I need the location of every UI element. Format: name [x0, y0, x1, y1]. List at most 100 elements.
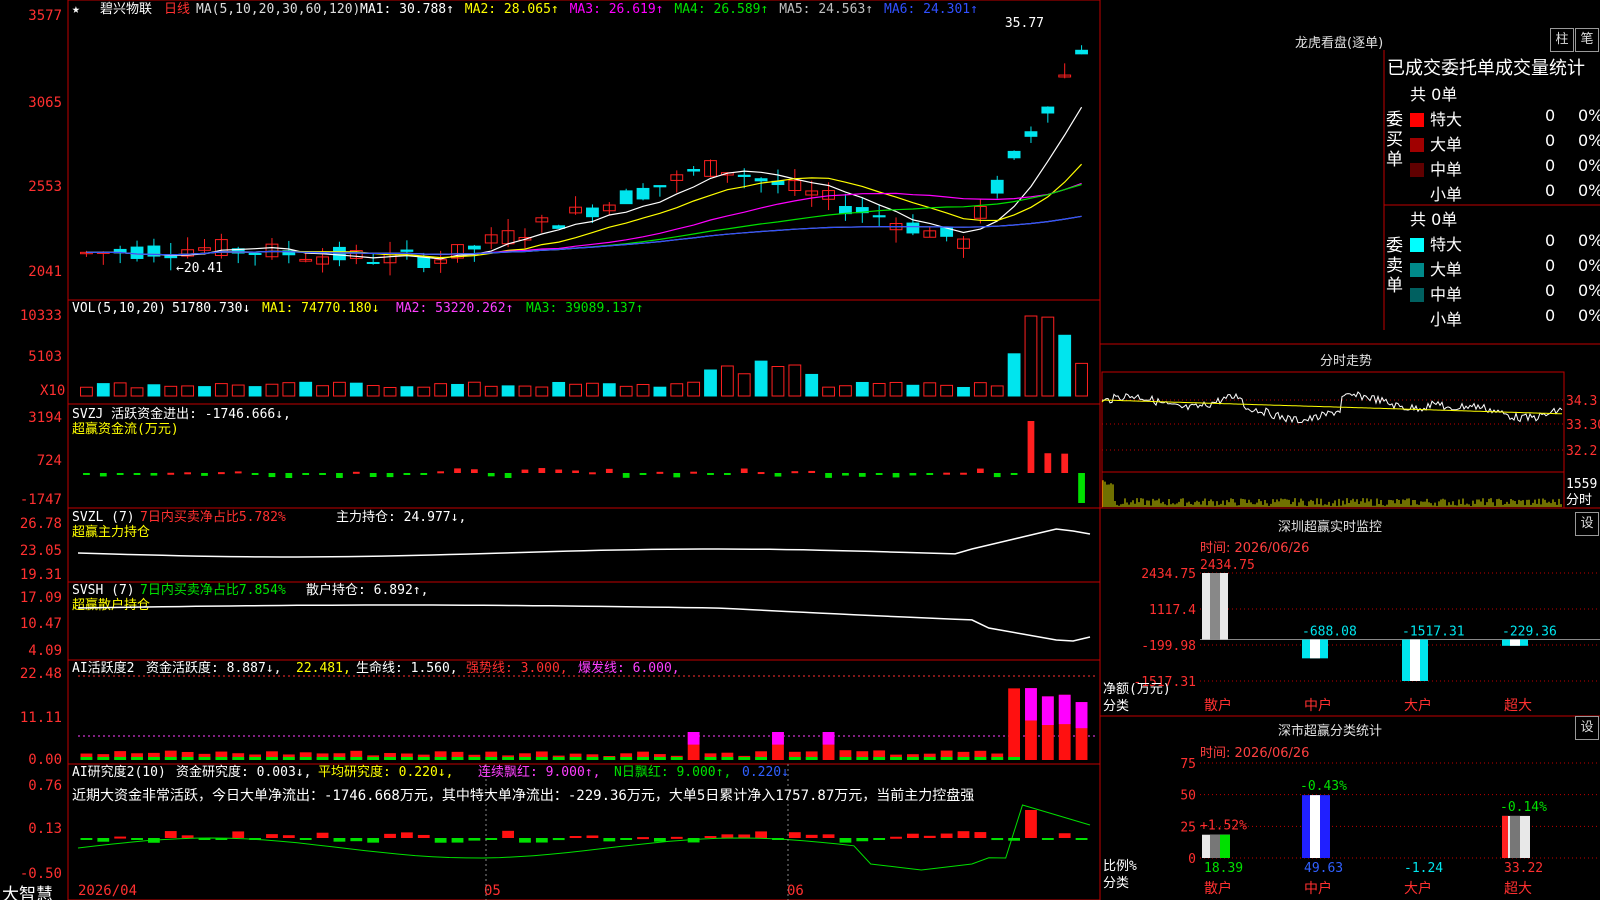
- volume-bar: [1058, 334, 1072, 397]
- monitor-bar-2[interactable]: [1402, 639, 1428, 681]
- ai1-bar-base: [502, 757, 515, 760]
- svzj-bar: [875, 473, 883, 475]
- volume-bar: [923, 382, 937, 397]
- order-row-pct: 0%: [1578, 256, 1600, 275]
- ai1-bar-top: [1058, 694, 1071, 725]
- candle-body: [754, 178, 768, 182]
- svzj-bar: [403, 473, 411, 475]
- ai1-bar-base: [923, 757, 936, 760]
- volume-bar: [383, 386, 397, 397]
- ai1-bar-base: [282, 757, 295, 760]
- monitor-bar-highlight: [1510, 639, 1520, 646]
- ma-value-5: MA5: 24.563↑: [779, 2, 873, 17]
- ai1-bar-base: [873, 757, 886, 760]
- svzj-bar: [757, 472, 765, 475]
- candle-body: [467, 245, 481, 250]
- ai1-bar-top: [1041, 696, 1054, 726]
- color-swatch: [1410, 163, 1424, 177]
- app-window: ★ 碧兴物联 日线 MA(5,10,20,30,60,120) MA1: 30.788↑…: [0, 0, 1600, 900]
- ai2-bar: [1075, 838, 1088, 840]
- svzj-axis-tick: -1747: [20, 492, 62, 508]
- ai2-bar: [400, 832, 413, 838]
- ai1-bar-base: [181, 757, 194, 760]
- ai2-bar: [232, 831, 245, 838]
- svsh-pct: 7日内买卖净占比7.854%: [140, 582, 286, 598]
- volume-bar: [771, 366, 785, 397]
- svzj-bar: [909, 473, 917, 476]
- svsh-axis-tick: 4.09: [28, 643, 62, 659]
- ai1-bar-base: [957, 757, 970, 760]
- svzj-axis-tick: 724: [37, 453, 62, 469]
- volume-bar: [754, 360, 768, 397]
- ai1-bar-base: [215, 757, 228, 760]
- chart-canvas[interactable]: ★ 碧兴物联 日线 MA(5,10,20,30,60,120) MA1: 30.788↑…: [0, 0, 1600, 900]
- ai2-bar: [923, 835, 936, 838]
- svzj-bars: [83, 421, 1085, 503]
- svzl-axis-tick: 23.05: [20, 543, 62, 559]
- monitor-bar-1[interactable]: [1302, 639, 1328, 659]
- ai2-bar: [485, 838, 498, 840]
- ai1-bar-base: [249, 757, 262, 760]
- lhb-tab-tick[interactable]: 笔: [1575, 28, 1599, 52]
- panel-frame: [67, 763, 1101, 900]
- svzj-bar: [1010, 473, 1018, 475]
- svzj-bar: [99, 473, 107, 477]
- class-bottom-label: 33.22: [1504, 861, 1543, 876]
- monitor-axis-tick: 2434.75: [1141, 567, 1196, 582]
- ai2-bar: [974, 832, 987, 838]
- volume-bar: [282, 382, 296, 397]
- monitor-bar-3[interactable]: [1502, 639, 1528, 646]
- low-marker: ←20.41: [176, 261, 223, 276]
- candle-body: [248, 252, 262, 255]
- lhb-tab-bar[interactable]: 柱: [1550, 28, 1574, 52]
- ai1-bar-base: [266, 757, 278, 760]
- ma-line-1: [86, 106, 1083, 260]
- candle-body: [130, 246, 144, 259]
- svzl-hold: 主力持仓: 24.977↓,: [336, 510, 466, 525]
- svsh-line: [77, 604, 1091, 642]
- volume-bar: [552, 381, 566, 397]
- ai1-bar-base: [164, 757, 177, 760]
- monitor-category: 中户: [1304, 697, 1332, 714]
- intraday-title: 分时走势: [1320, 354, 1373, 369]
- volume-bar: [147, 384, 161, 397]
- volume-bar: [1041, 316, 1055, 397]
- ai2-bar: [552, 838, 565, 841]
- monitor-bar-0[interactable]: [1202, 573, 1228, 640]
- class-bar-3[interactable]: [1502, 815, 1530, 858]
- ma-params: MA(5,10,20,30,60,120): [196, 2, 360, 17]
- sz-class-settings-button[interactable]: 设: [1575, 716, 1599, 740]
- ai1-bar-base: [114, 757, 127, 760]
- ai1-axis-tick: 11.11: [20, 710, 62, 726]
- svzj-bar: [808, 470, 816, 473]
- ai2-bar: [1058, 833, 1071, 838]
- svzl-label: SVZL (7): [72, 510, 135, 525]
- svzj-bar: [150, 473, 158, 476]
- order-row: 特大 0 0%: [1410, 231, 1600, 255]
- class-bar-0[interactable]: [1202, 834, 1230, 858]
- svzj-bar: [1078, 473, 1085, 503]
- svzj-bar: [707, 473, 714, 475]
- volume-bar: [164, 385, 178, 397]
- sz-monitor-settings-button[interactable]: 设: [1575, 512, 1599, 536]
- class-category: 超大: [1504, 881, 1532, 897]
- volume-bar: [1075, 362, 1088, 397]
- svzj-bar: [167, 472, 175, 475]
- volume-bar: [130, 387, 144, 397]
- ai1-bars: [80, 688, 1088, 760]
- svzj-bar: [487, 473, 495, 477]
- ai1-v1: 资金活跃度: 8.887↓,: [146, 660, 281, 676]
- volume-bar: [1024, 315, 1038, 397]
- svzj-bar: [943, 472, 951, 475]
- intraday-price-label: 33.30: [1566, 418, 1600, 433]
- candlestick-series: [80, 45, 1088, 276]
- ai2-bar: [519, 838, 531, 843]
- ai1-bar-top: [1075, 702, 1088, 729]
- favorite-icon: ★: [72, 2, 80, 17]
- ai1-bar-base: [384, 757, 396, 760]
- order-row-name: 小单: [1430, 310, 1463, 329]
- class-axis-tick: 25: [1180, 820, 1196, 835]
- class-bar-1[interactable]: [1302, 795, 1330, 858]
- volume-bar: [855, 381, 869, 397]
- ai1-bar-base: [721, 757, 734, 760]
